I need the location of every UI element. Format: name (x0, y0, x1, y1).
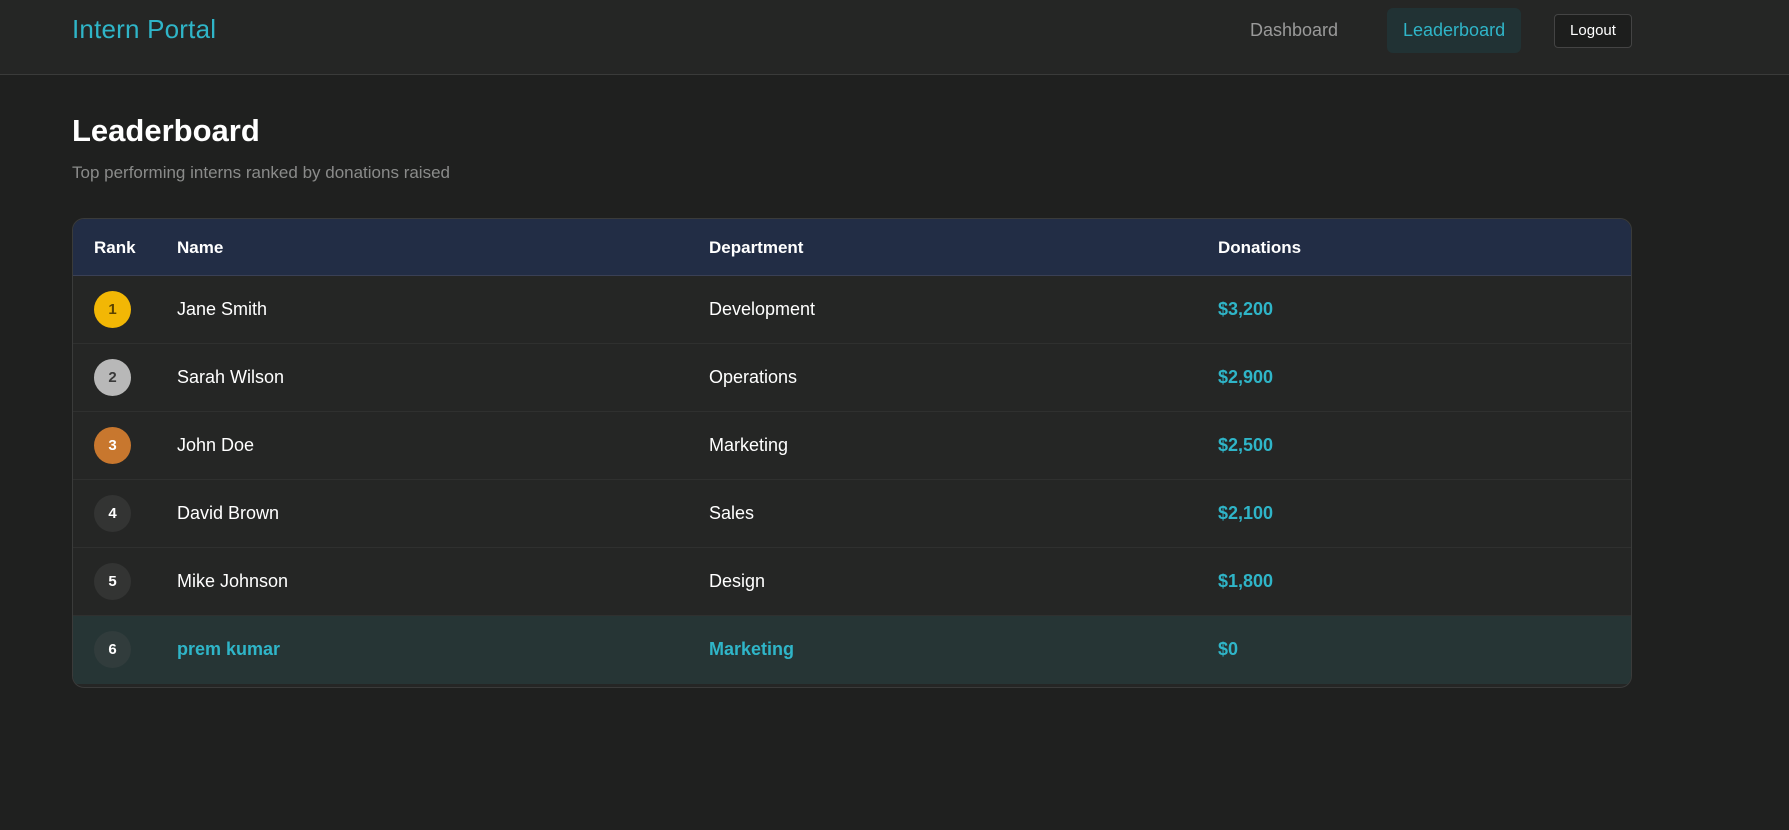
header-donations: Donations (1218, 238, 1302, 257)
intern-donations: $2,900 (1218, 367, 1274, 387)
brand-logo-text[interactable]: Intern Portal (72, 14, 216, 45)
intern-donations: $3,200 (1218, 299, 1274, 319)
intern-donations: $1,800 (1218, 571, 1274, 591)
intern-name: prem kumar (177, 639, 281, 659)
page-subtitle: Top performing interns ranked by donatio… (72, 163, 450, 182)
rank-badge: 5 (94, 563, 131, 600)
intern-name: Mike Johnson (177, 571, 289, 591)
intern-department: Design (709, 571, 766, 591)
intern-donations: $2,500 (1218, 435, 1274, 455)
header-name: Name (177, 238, 224, 257)
nav-leaderboard-link[interactable]: Leaderboard (1387, 8, 1522, 53)
table-row: 2 Sarah Wilson Operations $2,900 (73, 344, 1631, 412)
intern-department: Marketing (709, 435, 789, 455)
header-department: Department (709, 238, 804, 257)
page-title: Leaderboard (72, 113, 260, 148)
top-navbar: Intern Portal Dashboard Leaderboard Logo… (0, 0, 1789, 75)
intern-name: Jane Smith (177, 299, 268, 319)
table-row: 1 Jane Smith Development $3,200 (73, 276, 1631, 344)
table-row: 3 John Doe Marketing $2,500 (73, 412, 1631, 480)
intern-name: Sarah Wilson (177, 367, 285, 387)
table-row: 5 Mike Johnson Design $1,800 (73, 548, 1631, 616)
table-row: 4 David Brown Sales $2,100 (73, 480, 1631, 548)
leaderboard-table: Rank Name Department Donations 1 Jane Sm… (72, 218, 1632, 688)
rank-badge: 3 (94, 427, 131, 464)
intern-name: David Brown (177, 503, 280, 523)
intern-donations: $2,100 (1218, 503, 1274, 523)
rank-badge: 6 (94, 631, 131, 668)
rank-badge: 4 (94, 495, 131, 532)
logout-button[interactable]: Logout (1554, 14, 1632, 48)
intern-department: Marketing (709, 639, 795, 659)
intern-donations: $0 (1218, 639, 1239, 659)
nav-dashboard-link[interactable]: Dashboard (1235, 8, 1353, 53)
intern-department: Sales (709, 503, 755, 523)
intern-name: John Doe (177, 435, 255, 455)
header-rank: Rank (94, 238, 136, 257)
intern-department: Operations (709, 367, 798, 387)
table-header: Rank Name Department Donations (73, 219, 1631, 276)
rank-badge: 2 (94, 359, 131, 396)
rank-badge: 1 (94, 291, 131, 328)
current-user-row: 6 prem kumar Marketing $0 (73, 616, 1631, 684)
intern-department: Development (709, 299, 816, 319)
